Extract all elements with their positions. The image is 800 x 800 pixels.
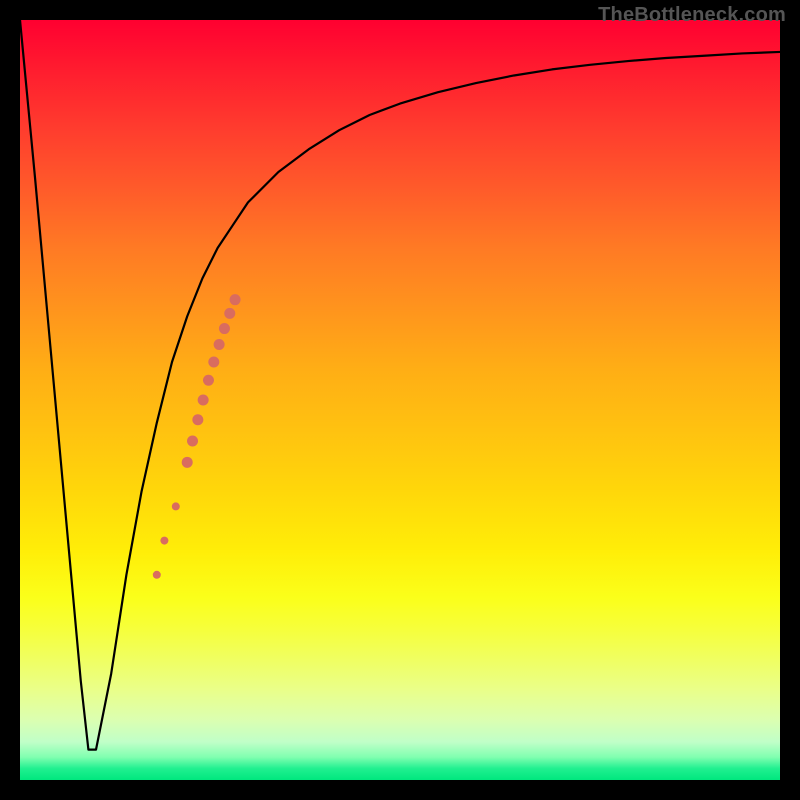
plot-area	[20, 20, 780, 780]
highlight-markers	[153, 294, 241, 579]
highlight-marker	[203, 375, 214, 386]
highlight-marker	[160, 537, 168, 545]
highlight-marker	[230, 294, 241, 305]
highlight-marker	[219, 323, 230, 334]
watermark-text: TheBottleneck.com	[598, 4, 786, 27]
highlight-marker	[208, 357, 219, 368]
highlight-marker	[153, 571, 161, 579]
markers-layer	[20, 20, 780, 780]
highlight-marker	[187, 436, 198, 447]
highlight-marker	[192, 414, 203, 425]
highlight-marker	[172, 502, 180, 510]
highlight-marker	[198, 395, 209, 406]
highlight-marker	[182, 457, 193, 468]
highlight-marker	[224, 308, 235, 319]
highlight-marker	[214, 339, 225, 350]
